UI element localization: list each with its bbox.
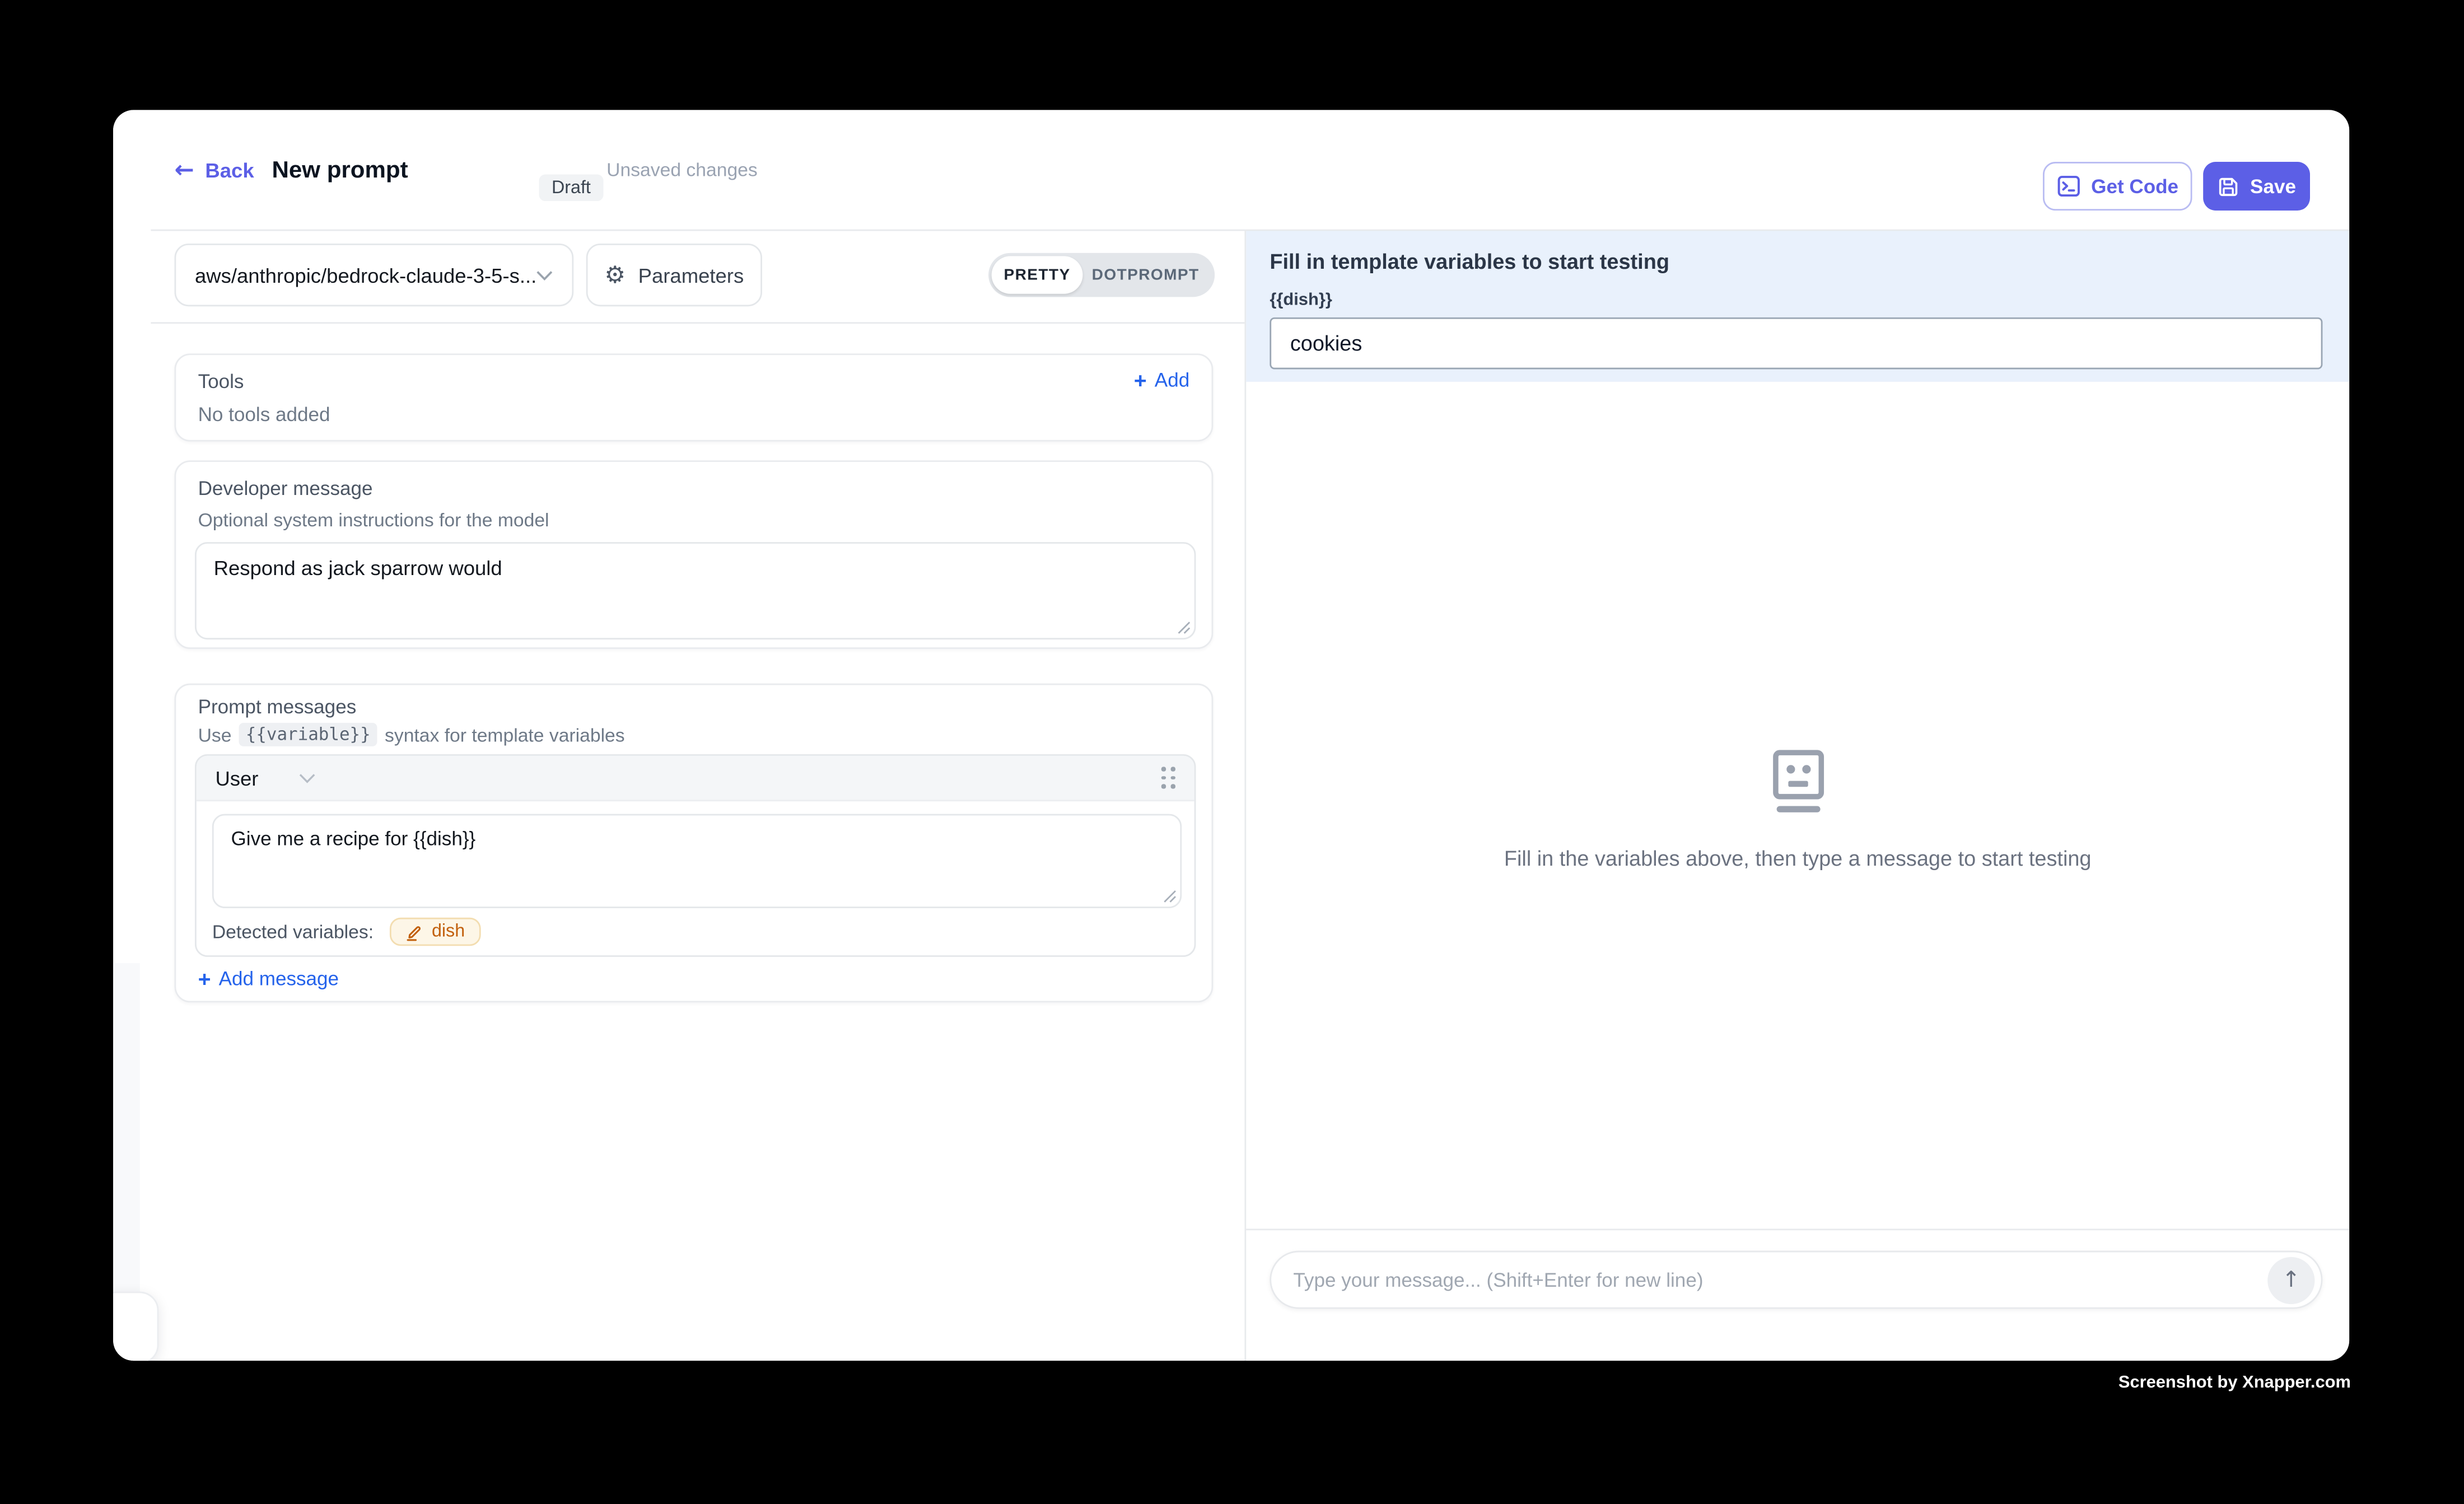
get-code-label: Get Code	[2091, 175, 2178, 197]
status-badge: Draft	[539, 174, 603, 201]
chat-message-input[interactable]	[1293, 1252, 2173, 1307]
developer-message-title: Developer message	[198, 478, 373, 499]
parameters-label: Parameters	[638, 263, 744, 287]
plus-icon: +	[198, 968, 211, 990]
watermark-text: Screenshot by Xnapper.com	[2118, 1374, 2351, 1393]
model-selector[interactable]: aws/anthropic/bedrock-claude-3-5-s...	[174, 244, 573, 306]
developer-message-card: Developer message Optional system instru…	[174, 460, 1213, 649]
send-button[interactable]: ↑	[2267, 1257, 2314, 1304]
variable-value-input[interactable]	[1270, 317, 2322, 370]
add-message-button[interactable]: + Add message	[198, 968, 339, 990]
variables-heading: Fill in template variables to start test…	[1270, 250, 1669, 273]
variable-chip-label: dish	[432, 922, 465, 941]
chevron-down-icon	[299, 772, 316, 783]
add-tool-label: Add	[1155, 369, 1189, 391]
message-content-textarea[interactable]: Give me a recipe for {{dish}}	[212, 814, 1182, 908]
top-bar: ← Back New prompt Draft Unsaved changes …	[113, 110, 2349, 229]
empty-state-text: Fill in the variables above, then type a…	[1504, 847, 2092, 870]
detected-variables-label: Detected variables:	[212, 921, 374, 942]
sidebar-popover	[113, 1292, 158, 1361]
gear-icon: ⚙	[604, 263, 626, 287]
tools-title: Tools	[198, 371, 244, 393]
developer-message-textarea[interactable]: Respond as jack sparrow would	[195, 542, 1196, 639]
screenshot-stage: ← Back New prompt Draft Unsaved changes …	[0, 0, 2464, 1503]
view-mode-toggle: PRETTY DOTPROMPT	[988, 253, 1215, 297]
toggle-option-pretty[interactable]: PRETTY	[992, 256, 1083, 293]
get-code-button[interactable]: Get Code	[2043, 162, 2192, 211]
detected-variables-row: Detected variables: dish	[212, 918, 480, 946]
variable-chip-dish[interactable]: dish	[389, 918, 480, 946]
back-label: Back	[205, 158, 254, 181]
prompt-message-block: User Give me a recipe for {{dish}}	[195, 754, 1196, 957]
terminal-icon	[2056, 174, 2080, 198]
save-icon	[2217, 175, 2239, 197]
pencil-icon	[405, 923, 422, 941]
message-role-header: User	[197, 756, 1194, 801]
plus-icon: +	[1134, 369, 1147, 391]
model-selector-value: aws/anthropic/bedrock-claude-3-5-s...	[195, 263, 536, 287]
chevron-down-icon	[536, 269, 553, 281]
hint-prefix: Use	[198, 723, 232, 745]
chat-empty-state: Fill in the variables above, then type a…	[1246, 750, 2349, 871]
page-title: New prompt	[272, 110, 408, 229]
chat-input-container: ↑	[1270, 1251, 2322, 1309]
cropped-sidebar-strip	[113, 963, 140, 1291]
back-button[interactable]: ← Back	[174, 110, 254, 229]
save-button[interactable]: Save	[2203, 162, 2310, 211]
send-arrow-icon: ↑	[2282, 1268, 2300, 1293]
parameters-button[interactable]: ⚙ Parameters	[586, 244, 762, 306]
bot-face-icon	[1770, 750, 1825, 816]
prompt-messages-title: Prompt messages	[198, 696, 357, 718]
app-window: ← Back New prompt Draft Unsaved changes …	[113, 110, 2349, 1361]
developer-message-subtitle: Optional system instructions for the mod…	[198, 509, 549, 531]
tools-empty-text: No tools added	[198, 404, 330, 426]
hint-suffix: syntax for template variables	[385, 723, 625, 745]
variable-name-label: {{dish}}	[1270, 291, 1332, 310]
unsaved-changes-text: Unsaved changes	[606, 110, 758, 229]
model-row-divider	[151, 322, 1244, 324]
drag-handle-icon[interactable]	[1161, 767, 1175, 788]
back-arrow-icon: ←	[174, 158, 194, 181]
prompt-messages-card: Prompt messages Use {{variable}} syntax …	[174, 684, 1213, 1003]
variable-syntax-hint: Use {{variable}} syntax for template var…	[198, 723, 625, 746]
test-panel: Fill in template variables to start test…	[1244, 231, 2349, 1361]
role-value: User	[215, 766, 258, 790]
save-label: Save	[2250, 175, 2296, 197]
hint-variable-code: {{variable}}	[239, 723, 376, 746]
tools-card: Tools + Add No tools added	[174, 353, 1213, 441]
add-tool-button[interactable]: + Add	[1134, 369, 1189, 391]
add-message-label: Add message	[219, 968, 339, 990]
chat-input-divider	[1246, 1229, 2349, 1230]
role-selector[interactable]: User	[215, 766, 316, 790]
template-variables-section: Fill in template variables to start test…	[1246, 231, 2349, 381]
toggle-option-dotprompt[interactable]: DOTPROMPT	[1082, 256, 1208, 293]
